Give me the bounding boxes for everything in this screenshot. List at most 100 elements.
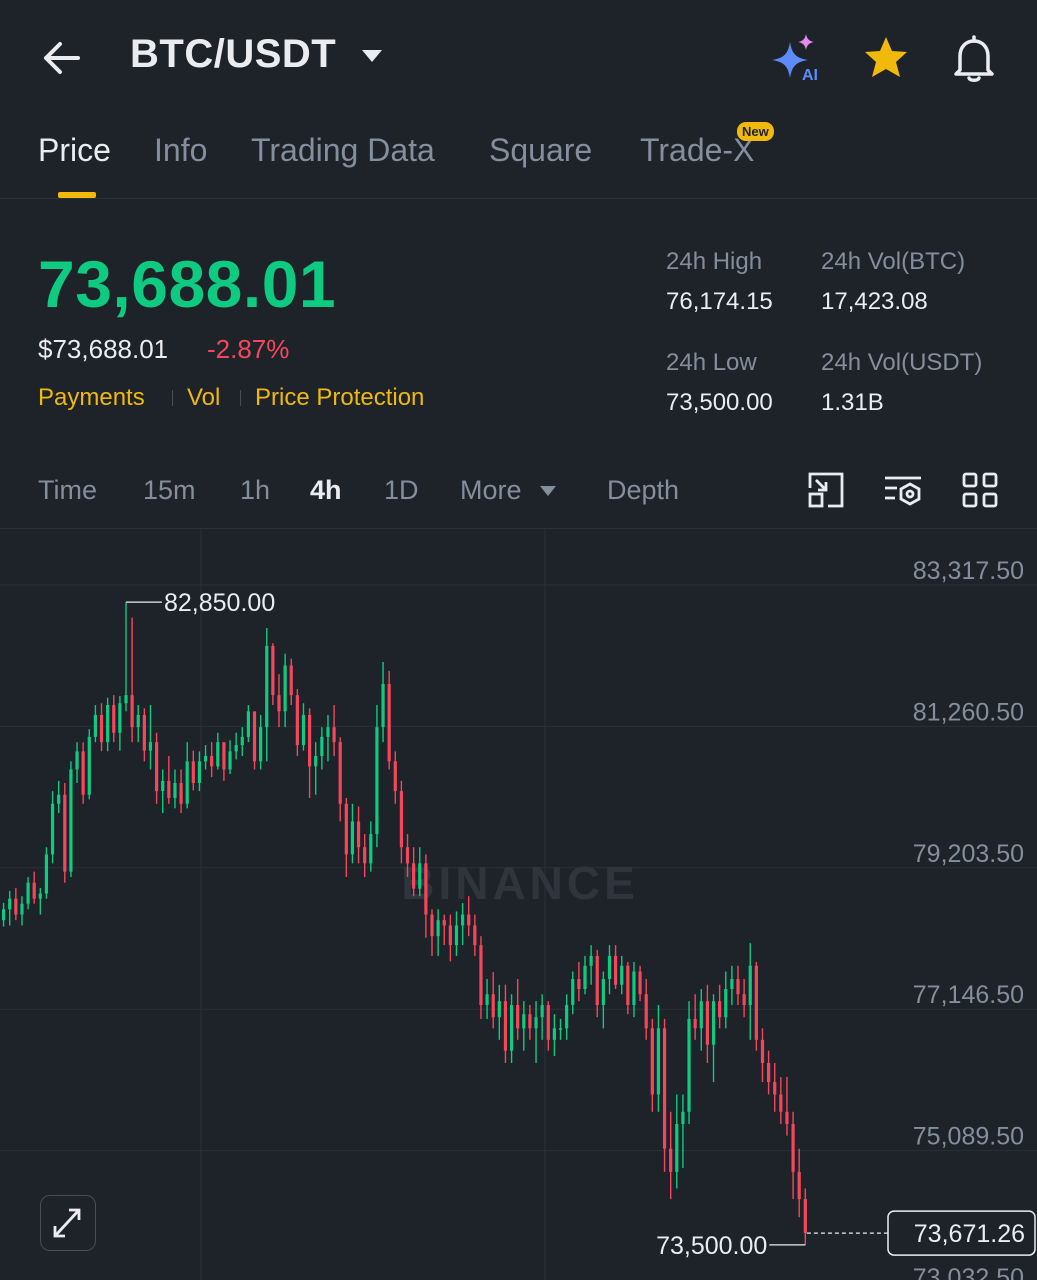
candle-body [620,965,624,985]
stat-vol-usdt-value: 1.31B [821,389,884,416]
candle-body [461,914,465,926]
candle-body [711,1001,716,1045]
y-tick-label: 75,089.50 [913,1123,1024,1151]
candle-body [210,756,214,767]
candle-body [81,751,85,795]
candle-body [760,1039,765,1063]
tab-trading-data[interactable]: Trading Data [251,132,435,169]
candle-body [118,703,122,733]
candle-body [197,761,202,783]
candle-body [57,794,61,804]
candle-body [338,742,342,804]
divider [0,198,1037,199]
candle-body [516,1005,520,1029]
candle-body [497,1001,501,1018]
candle-body [148,742,153,751]
interval-15m[interactable]: 15m [143,475,196,506]
candle-body [467,914,471,926]
candle-body [638,971,642,995]
candle-body [699,1001,703,1029]
back-button[interactable] [38,36,86,80]
interval-depth[interactable]: Depth [607,475,679,506]
candle-body [803,1199,807,1234]
candle-body [546,1005,550,1040]
price-protection-link[interactable]: Price Protection [255,384,424,412]
candle-body [344,803,348,855]
candlestick-chart[interactable]: BINANCE 83,317.50 81,260.50 79,203.50 77,14… [0,529,1037,1280]
grid-layout-icon[interactable] [960,470,1000,510]
candle-body [124,695,128,704]
vol-link[interactable]: Vol [187,384,220,412]
candle-body [399,791,403,848]
candle-body [161,780,165,792]
indicator-settings-icon[interactable] [883,470,923,510]
chart-resize-icon[interactable] [806,470,846,510]
candle-body [675,1124,679,1172]
candle-body [558,1028,563,1030]
interval-more[interactable]: More [460,475,522,506]
tab-trade-x[interactable]: Trade-X [640,132,754,169]
candle-body [289,665,293,696]
tab-price[interactable]: Price [38,132,111,169]
pair-title[interactable]: BTC/USDT [130,32,336,77]
candle-body [583,965,587,990]
candle-body [112,705,116,733]
tab-info[interactable]: Info [154,132,207,169]
caret-down-icon[interactable] [360,48,384,64]
candle-body [191,761,195,783]
candle-body [393,761,397,792]
candle-body [503,1001,508,1051]
candle-body [791,1124,795,1172]
candle-body [222,742,226,770]
caret-down-icon [539,484,557,502]
candle-body [234,745,238,752]
candle-body [356,821,361,848]
candle-body [718,1001,722,1018]
tab-square[interactable]: Square [489,132,592,169]
candle-body [595,955,599,1006]
candle-body [424,863,428,915]
payments-link[interactable]: Payments [38,384,145,412]
candle-body [601,978,605,1006]
candle-body [534,1017,538,1029]
candle-body [8,898,12,910]
candle-body [669,1148,673,1172]
candle-body [63,794,67,872]
interval-4h[interactable]: 4h [310,475,342,506]
candle-body [730,978,734,990]
candle-body [724,989,728,1018]
price-change-percent: -2.87% [207,334,290,364]
candle-body [748,965,752,1006]
candle-body [308,714,312,767]
candle-body [577,978,581,990]
candle-body [436,920,440,937]
candle-body [99,714,104,743]
candle-body [448,925,452,946]
last-price: 73,688.01 [38,247,337,321]
candle-body [736,978,740,995]
interval-1d[interactable]: 1D [384,475,419,506]
candle-body [326,727,330,737]
candle-body [473,925,477,946]
expand-chart-button[interactable] [40,1195,96,1251]
candle-body [295,695,299,746]
candle-body [50,803,55,855]
y-tick-label: 77,146.50 [913,981,1024,1009]
candle-body [656,1028,661,1095]
star-icon[interactable] [860,34,912,82]
ai-sparkle-icon[interactable]: AI [770,32,826,84]
candle-body [332,727,336,743]
y-tick-label: 79,203.50 [913,840,1024,868]
divider [172,390,173,406]
candle-body [44,854,49,894]
candle-body [797,1171,801,1200]
bell-icon[interactable] [948,32,1000,84]
candle-body [301,714,306,746]
candle-body [589,955,593,966]
interval-time[interactable]: Time [38,475,97,506]
candle-body [454,925,459,946]
candle-body [93,714,97,737]
candle-body [614,955,618,985]
interval-1h[interactable]: 1h [240,475,270,506]
new-badge: New [737,122,774,141]
